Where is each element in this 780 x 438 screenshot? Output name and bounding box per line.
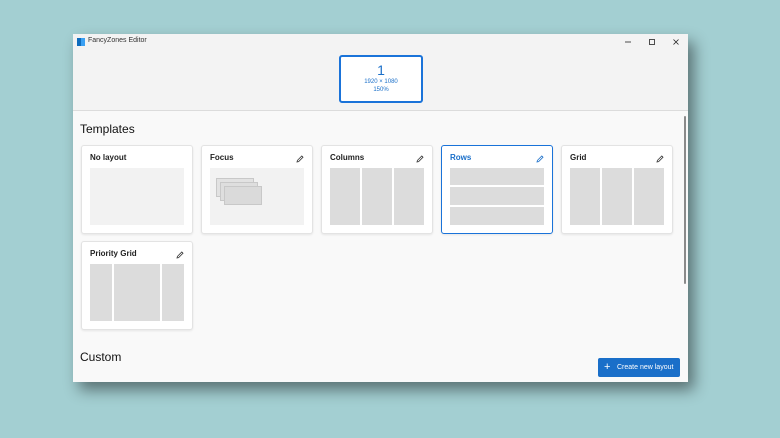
pencil-icon[interactable] [535, 151, 545, 163]
card-title: Priority Grid [90, 249, 137, 258]
monitor-number: 1 [377, 62, 385, 78]
card-title: Columns [330, 153, 365, 162]
card-title: No layout [90, 153, 127, 162]
layout-preview [90, 168, 184, 225]
zone [362, 168, 392, 225]
zone [224, 186, 262, 205]
zone [330, 168, 360, 225]
maximize-icon[interactable] [646, 36, 658, 48]
template-card-priority-grid[interactable]: Priority Grid [81, 241, 193, 330]
plus-icon: + [604, 361, 611, 373]
custom-heading: Custom [80, 350, 122, 364]
monitor-scale: 150% [373, 87, 389, 93]
layout-preview [450, 168, 544, 225]
create-new-layout-button[interactable]: + Create new layout [598, 358, 680, 377]
zone [602, 168, 632, 225]
zone [634, 168, 664, 225]
close-icon[interactable] [670, 36, 682, 48]
layout-preview [330, 168, 424, 225]
zone [450, 207, 544, 225]
monitor-card-1[interactable]: 1 1920 × 1080 150% [339, 55, 423, 103]
monitor-resolution: 1920 × 1080 [364, 79, 398, 85]
template-card-no-layout[interactable]: No layout [81, 145, 193, 234]
zone [114, 264, 160, 321]
card-title: Focus [210, 153, 234, 162]
zone [450, 187, 544, 205]
window-title: FancyZones Editor [88, 37, 147, 44]
fancyzones-window: FancyZones Editor 1 1920 × 1080 150% Tem… [73, 34, 688, 382]
zone [90, 264, 112, 321]
layout-preview [90, 264, 184, 321]
layout-preview [210, 168, 304, 225]
card-title: Grid [570, 153, 587, 162]
create-new-layout-label: Create new layout [617, 364, 674, 371]
templates-heading: Templates [80, 122, 135, 136]
zone [450, 168, 544, 185]
scrollbar[interactable] [684, 116, 686, 284]
pencil-icon[interactable] [655, 151, 665, 163]
minimize-icon[interactable] [622, 36, 634, 48]
zone [162, 264, 184, 321]
template-card-grid[interactable]: Grid [561, 145, 673, 234]
pencil-icon[interactable] [175, 247, 185, 259]
template-card-rows[interactable]: Rows [441, 145, 553, 234]
card-title: Rows [450, 153, 472, 162]
template-card-columns[interactable]: Columns [321, 145, 433, 234]
pencil-icon[interactable] [295, 151, 305, 163]
monitor-selector: 1 1920 × 1080 150% [73, 50, 688, 111]
template-card-focus[interactable]: Focus [201, 145, 313, 234]
zone [570, 168, 600, 225]
layout-preview [570, 168, 664, 225]
fancyzones-app-icon [77, 38, 85, 46]
zone [394, 168, 424, 225]
pencil-icon[interactable] [415, 151, 425, 163]
title-bar[interactable]: FancyZones Editor [73, 34, 688, 50]
